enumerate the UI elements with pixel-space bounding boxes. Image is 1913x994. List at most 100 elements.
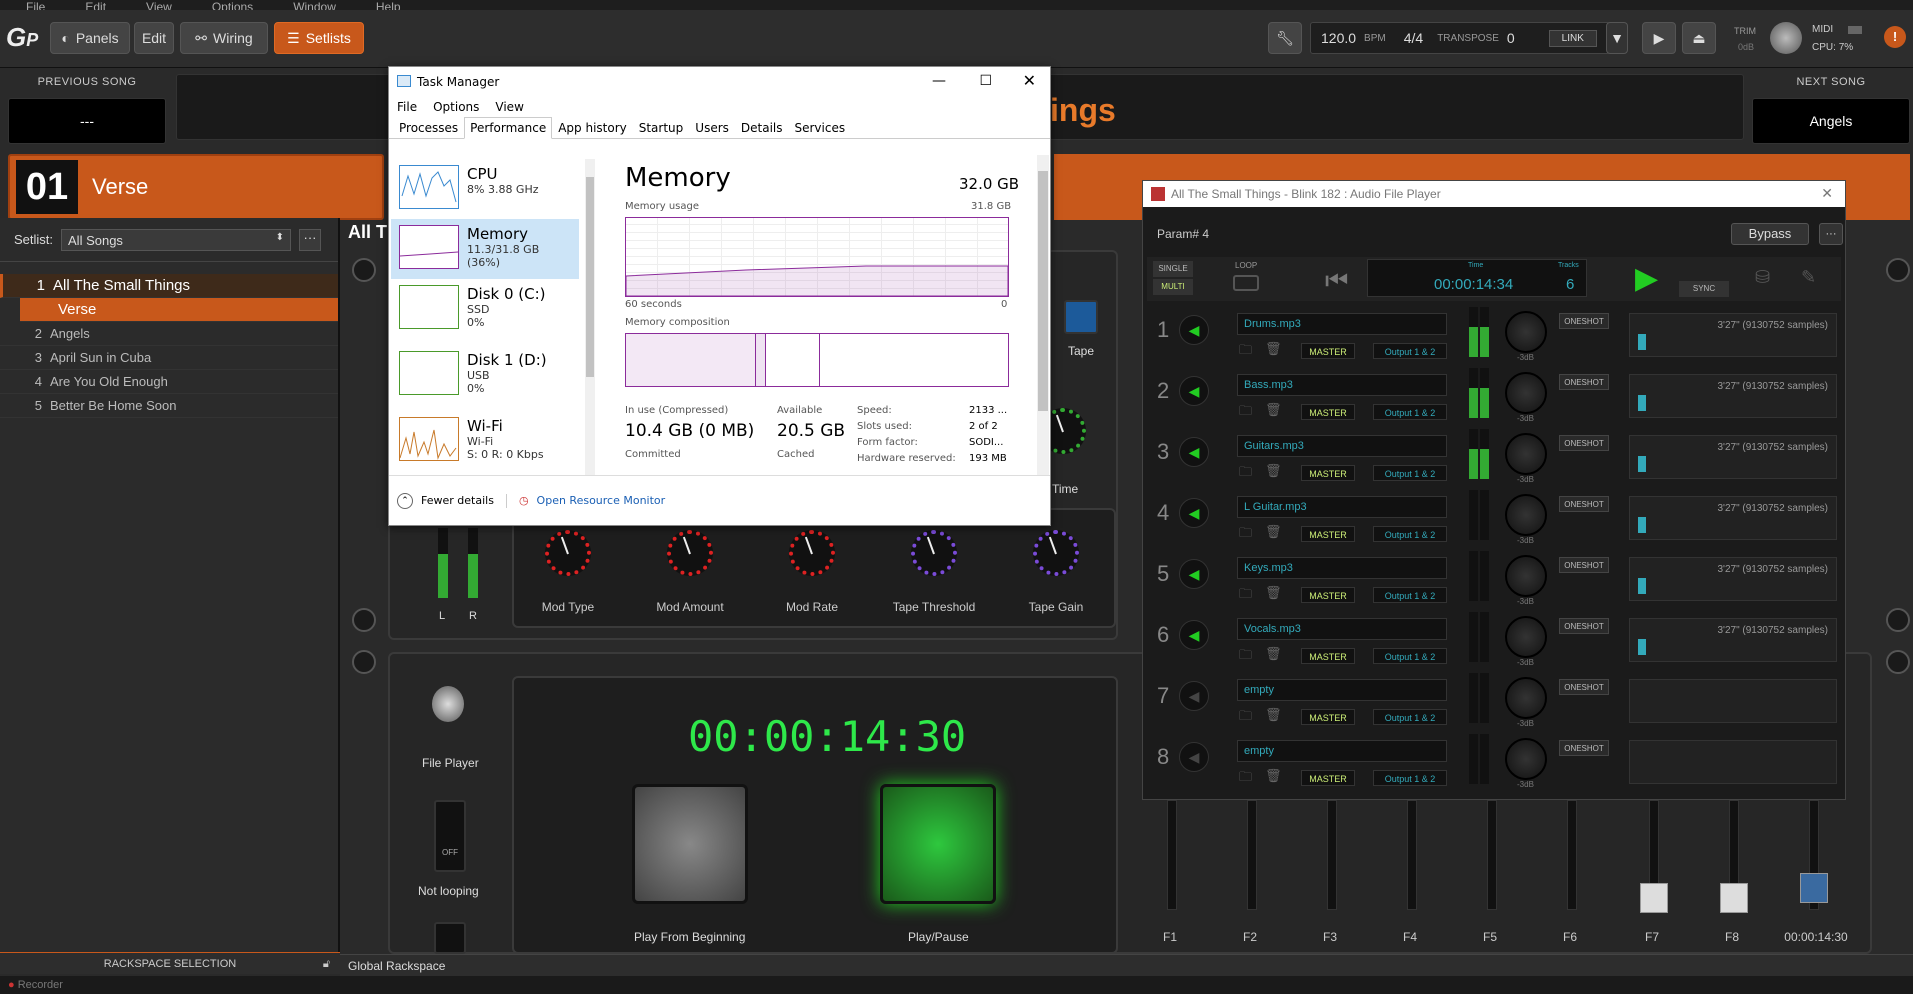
tm-menu-view[interactable]: View bbox=[495, 100, 523, 114]
fader-f7[interactable] bbox=[1640, 800, 1668, 913]
output-select[interactable]: Output 1 & 2 bbox=[1373, 465, 1447, 481]
recorder-icon[interactable]: ● bbox=[8, 979, 15, 991]
oneshot-button[interactable]: ONESHOT bbox=[1559, 374, 1609, 390]
metronome-button[interactable]: ⏏ bbox=[1682, 22, 1716, 54]
output-select[interactable]: Output 1 & 2 bbox=[1373, 648, 1447, 664]
output-select[interactable]: Output 1 & 2 bbox=[1373, 770, 1447, 786]
alert-icon[interactable]: ! bbox=[1884, 26, 1906, 48]
track-volume-knob[interactable] bbox=[1505, 738, 1547, 780]
track-waveform[interactable]: 3'27" (9130752 samples) bbox=[1629, 313, 1837, 357]
mod-rate-knob[interactable] bbox=[789, 530, 835, 576]
side-disk0[interactable]: Disk 0 (C:) SSD 0% bbox=[391, 279, 579, 339]
master-button[interactable]: MASTER bbox=[1301, 587, 1355, 603]
mod-amount-knob[interactable] bbox=[667, 530, 713, 576]
file-player-toggle[interactable] bbox=[432, 686, 464, 722]
wrench-button[interactable]: 🔧︎ bbox=[1268, 22, 1302, 54]
tab-services[interactable]: Services bbox=[789, 117, 852, 138]
song-part-verse[interactable]: Verse bbox=[20, 298, 338, 322]
tab-processes[interactable]: Processes bbox=[393, 117, 464, 138]
speaker-icon[interactable]: ◀ bbox=[1179, 376, 1209, 406]
track-file-name[interactable]: Bass.mp3 bbox=[1237, 374, 1447, 396]
track-volume-knob[interactable] bbox=[1505, 372, 1547, 414]
bpm-value[interactable]: 120.0 bbox=[1321, 30, 1356, 46]
tempo-dropdown[interactable]: ▼ bbox=[1606, 22, 1628, 54]
record-switch[interactable] bbox=[434, 922, 466, 954]
fader-f1[interactable] bbox=[1167, 800, 1177, 910]
afp-close-icon[interactable]: ✕ bbox=[1821, 185, 1833, 202]
tape-button[interactable] bbox=[1064, 300, 1098, 334]
tab-users[interactable]: Users bbox=[689, 117, 735, 138]
trash-icon[interactable]: 🗑︎ bbox=[1265, 707, 1282, 723]
fewer-details-link[interactable]: Fewer details bbox=[421, 494, 494, 507]
output-select[interactable]: Output 1 & 2 bbox=[1373, 343, 1447, 359]
trash-icon[interactable]: 🗑︎ bbox=[1265, 768, 1282, 784]
song-item-5[interactable]: 5 Better Be Home Soon bbox=[0, 394, 338, 418]
trash-icon[interactable]: 🗑︎ bbox=[1265, 341, 1282, 357]
folder-icon[interactable]: 🗀︎ bbox=[1239, 646, 1252, 668]
oneshot-button[interactable]: ONESHOT bbox=[1559, 496, 1609, 512]
setlists-button[interactable]: ☰ Setlists bbox=[274, 22, 364, 54]
fader-f2[interactable] bbox=[1247, 800, 1257, 910]
fader-f5[interactable] bbox=[1487, 800, 1497, 910]
trash-icon[interactable]: 🗑︎ bbox=[1265, 402, 1282, 418]
close-icon[interactable]: ✕ bbox=[1023, 71, 1036, 90]
edit-button[interactable]: Edit bbox=[134, 22, 174, 54]
single-button[interactable]: SINGLE bbox=[1153, 261, 1193, 277]
output-select[interactable]: Output 1 & 2 bbox=[1373, 587, 1447, 603]
fader-f6[interactable] bbox=[1567, 800, 1577, 910]
global-rackspace-label[interactable]: Global Rackspace bbox=[348, 959, 445, 973]
tape-threshold-knob[interactable] bbox=[911, 530, 957, 576]
play-from-beginning-button[interactable] bbox=[632, 784, 748, 904]
track-file-name[interactable]: Keys.mp3 bbox=[1237, 557, 1447, 579]
oneshot-button[interactable]: ONESHOT bbox=[1559, 740, 1609, 756]
afp-menu-button[interactable]: ··· bbox=[1819, 223, 1843, 245]
tm-sidebar-scrollbar[interactable] bbox=[585, 159, 595, 475]
speaker-icon[interactable]: ◀ bbox=[1179, 498, 1209, 528]
track-file-name[interactable]: L Guitar.mp3 bbox=[1237, 496, 1447, 518]
oneshot-button[interactable]: ONESHOT bbox=[1559, 679, 1609, 695]
master-button[interactable]: MASTER bbox=[1301, 343, 1355, 359]
menu-file[interactable]: File bbox=[12, 0, 59, 10]
trash-icon[interactable]: 🗑︎ bbox=[1265, 646, 1282, 662]
oneshot-button[interactable]: ONESHOT bbox=[1559, 618, 1609, 634]
track-file-name[interactable]: empty bbox=[1237, 740, 1447, 762]
oneshot-button[interactable]: ONESHOT bbox=[1559, 435, 1609, 451]
bypass-button[interactable]: Bypass bbox=[1731, 223, 1809, 245]
master-button[interactable]: MASTER bbox=[1301, 465, 1355, 481]
output-select[interactable]: Output 1 & 2 bbox=[1373, 709, 1447, 725]
track-volume-knob[interactable] bbox=[1505, 616, 1547, 658]
speaker-icon[interactable]: ◀ bbox=[1179, 315, 1209, 345]
fader-f8[interactable] bbox=[1720, 800, 1748, 913]
previous-song-box[interactable]: --- bbox=[8, 98, 166, 144]
menu-view[interactable]: View bbox=[132, 0, 186, 10]
panels-button[interactable]: ◐ Panels bbox=[50, 22, 130, 54]
track-volume-knob[interactable] bbox=[1505, 555, 1547, 597]
sync-button[interactable]: SYNC bbox=[1679, 281, 1729, 297]
master-button[interactable]: MASTER bbox=[1301, 404, 1355, 420]
skip-back-icon[interactable]: ⏮ bbox=[1325, 265, 1348, 297]
chevron-up-icon[interactable]: ⌃ bbox=[397, 492, 413, 509]
oneshot-button[interactable]: ONESHOT bbox=[1559, 313, 1609, 329]
track-waveform[interactable]: 3'27" (9130752 samples) bbox=[1629, 618, 1837, 662]
time-signature[interactable]: 4/4 bbox=[1404, 30, 1423, 46]
fader-f4[interactable] bbox=[1407, 800, 1417, 910]
multi-button[interactable]: MULTI bbox=[1153, 279, 1193, 295]
tab-details[interactable]: Details bbox=[735, 117, 789, 138]
menu-help[interactable]: Help bbox=[362, 0, 415, 10]
menu-window[interactable]: Window bbox=[279, 0, 350, 10]
fader-time[interactable] bbox=[1800, 800, 1828, 910]
next-song-box[interactable]: Angels bbox=[1752, 98, 1910, 144]
trash-icon[interactable]: 🗑︎ bbox=[1265, 524, 1282, 540]
volume-knob[interactable] bbox=[1770, 22, 1802, 54]
speaker-icon[interactable]: ◀ bbox=[1179, 437, 1209, 467]
track-file-name[interactable]: Guitars.mp3 bbox=[1237, 435, 1447, 457]
tm-menu-options[interactable]: Options bbox=[433, 100, 479, 114]
side-wifi[interactable]: Wi-Fi Wi-Fi S: 0 R: 0 Kbps bbox=[391, 411, 579, 471]
play-pause-button[interactable] bbox=[880, 784, 996, 904]
master-button[interactable]: MASTER bbox=[1301, 709, 1355, 725]
transpose-value[interactable]: 0 bbox=[1507, 30, 1515, 46]
wiring-button[interactable]: ⚯ Wiring bbox=[180, 22, 268, 54]
track-waveform[interactable]: 3'27" (9130752 samples) bbox=[1629, 496, 1837, 540]
tape-gain-knob[interactable] bbox=[1033, 530, 1079, 576]
speaker-icon[interactable]: ◀ bbox=[1179, 620, 1209, 650]
